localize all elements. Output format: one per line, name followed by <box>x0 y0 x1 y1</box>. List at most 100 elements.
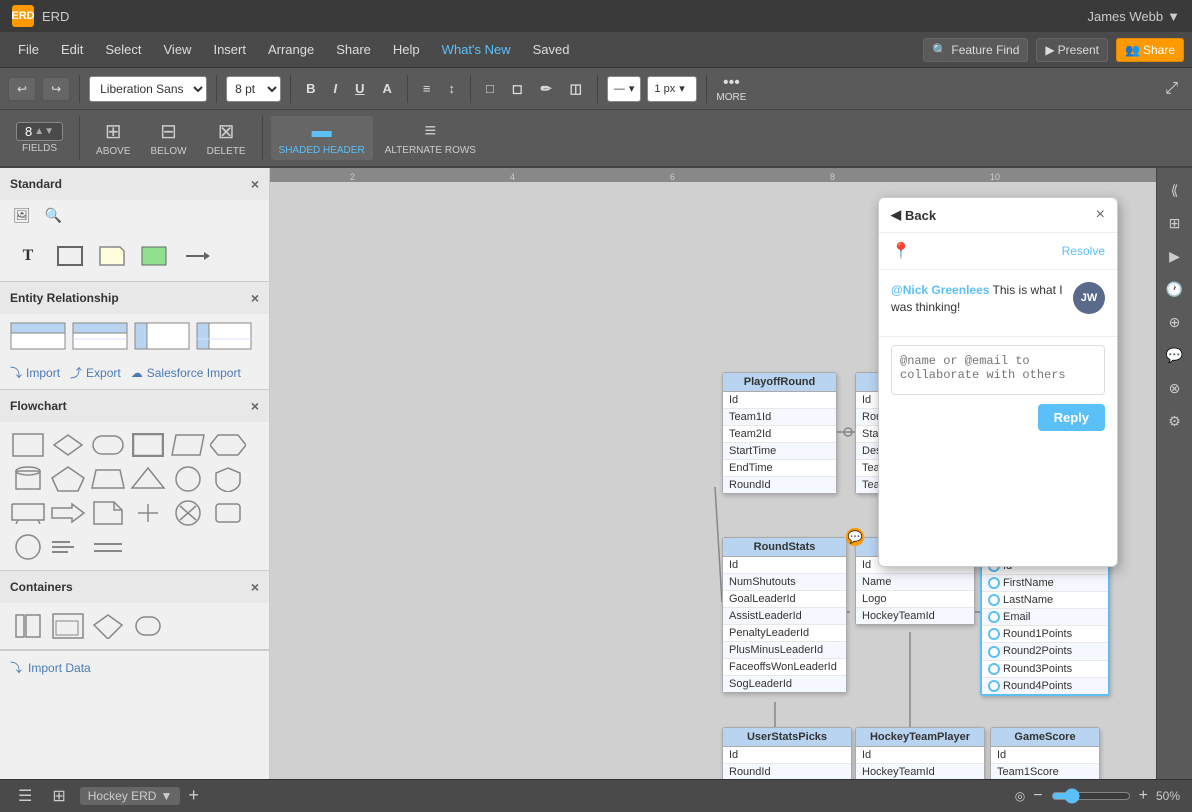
er-shape-3[interactable] <box>134 322 190 350</box>
expand-button[interactable]: ⤢ <box>1159 76 1184 102</box>
menu-share[interactable]: Share <box>326 38 381 61</box>
add-diagram-button[interactable]: + <box>188 785 199 806</box>
hockey-team-player-table[interactable]: HockeyTeamPlayer Id HockeyTeamId FirstNa… <box>855 727 985 779</box>
menu-select[interactable]: Select <box>95 38 151 61</box>
fc-triangle[interactable] <box>130 464 166 494</box>
import-button[interactable]: ⤵ Import <box>10 364 60 381</box>
menu-file[interactable]: File <box>8 38 49 61</box>
fc-thick-rect[interactable] <box>130 430 166 460</box>
er-close[interactable]: × <box>251 290 259 306</box>
menu-view[interactable]: View <box>154 38 202 61</box>
target-icon[interactable]: ◎ <box>1015 789 1025 803</box>
canvas-area[interactable]: 2 4 6 8 10 <box>270 168 1156 779</box>
fc-x-circle[interactable] <box>170 498 206 528</box>
container-2[interactable] <box>50 611 86 641</box>
fc-pentagon[interactable] <box>50 464 86 494</box>
fc-rect-rounded-sm[interactable] <box>210 498 246 528</box>
fc-diamond[interactable] <box>50 430 86 460</box>
canvas-content[interactable]: PlayoffRound Id Team1Id Team2Id StartTim… <box>270 182 1156 779</box>
user-stats-picks-table[interactable]: UserStatsPicks Id RoundId GoalLeaderId A… <box>722 727 852 779</box>
er-section-header[interactable]: Entity Relationship × <box>0 282 269 314</box>
fc-circle[interactable] <box>170 464 206 494</box>
comment-input[interactable] <box>891 345 1105 395</box>
fc-rect[interactable] <box>10 430 46 460</box>
zoom-out-button[interactable]: − <box>1033 787 1042 805</box>
fc-lines[interactable] <box>50 532 86 562</box>
list-view-button[interactable]: ☰ <box>12 780 38 812</box>
above-tool[interactable]: ⊞ ABOVE <box>88 115 138 161</box>
fields-tool[interactable]: 8 ▲▼ FIELDS <box>8 118 71 158</box>
right-layout-icon[interactable]: ⊞ <box>1163 209 1187 238</box>
fc-rounded[interactable] <box>90 430 126 460</box>
round-stats-table[interactable]: RoundStats Id NumShutouts GoalLeaderId A… <box>722 537 847 693</box>
font-family-select[interactable]: Liberation Sans <box>89 76 207 102</box>
fc-note[interactable] <box>90 498 126 528</box>
right-clock-icon[interactable]: 🕐 <box>1160 275 1189 304</box>
shaded-header-tool[interactable]: ▬ SHADED HEADER <box>271 116 373 160</box>
export-button[interactable]: ⤴ Export <box>70 364 121 381</box>
grid-view-button[interactable]: ⊞ <box>46 780 71 812</box>
fill-color-button[interactable]: ◻ <box>506 77 529 101</box>
line-width-selector[interactable]: 1 px ▾ <box>647 76 697 102</box>
menu-insert[interactable]: Insert <box>203 38 256 61</box>
fc-hexagon[interactable] <box>210 430 246 460</box>
stroke-button[interactable]: ✏ <box>535 77 558 101</box>
flowchart-section-header[interactable]: Flowchart × <box>0 390 269 422</box>
underline-button[interactable]: U <box>349 77 370 100</box>
er-shape-4[interactable] <box>196 322 252 350</box>
fill-button[interactable]: □ <box>480 77 500 100</box>
right-presenter-icon[interactable]: ▶ <box>1163 242 1186 271</box>
fc-parallelogram[interactable] <box>170 430 206 460</box>
text-shape[interactable]: T <box>10 241 46 271</box>
back-button[interactable]: ◀ Back <box>891 207 936 223</box>
arrow-shape[interactable] <box>178 241 214 271</box>
bold-button[interactable]: B <box>300 77 321 100</box>
italic-button[interactable]: I <box>328 77 344 100</box>
reply-button[interactable]: Reply <box>1038 404 1105 431</box>
fc-circle-outline[interactable] <box>10 532 46 562</box>
shadow-button[interactable]: ◫ <box>564 77 588 101</box>
active-diagram-tab[interactable]: Hockey ERD ▼ <box>80 787 181 805</box>
note-shape[interactable] <box>94 241 130 271</box>
menu-help[interactable]: Help <box>383 38 430 61</box>
fc-trapezoid[interactable] <box>90 464 126 494</box>
playoff-round-table[interactable]: PlayoffRound Id Team1Id Team2Id StartTim… <box>722 372 837 494</box>
container-3[interactable] <box>90 611 126 641</box>
redo-button[interactable]: ↪ <box>42 77 70 101</box>
er-shape-2[interactable] <box>72 322 128 350</box>
game-score-table[interactable]: GameScore Id Team1Score Team2Score <box>990 727 1100 779</box>
standard-section-header[interactable]: Standard × <box>0 168 269 200</box>
comment-close-button[interactable]: × <box>1096 206 1105 224</box>
rect-shape[interactable] <box>52 241 88 271</box>
share-button[interactable]: 👥 Share <box>1116 38 1184 62</box>
containers-section-header[interactable]: Containers × <box>0 571 269 603</box>
fc-banner[interactable] <box>10 498 46 528</box>
fc-shield[interactable] <box>210 464 246 494</box>
font-size-select[interactable]: 8 pt <box>226 76 281 102</box>
menu-edit[interactable]: Edit <box>51 38 93 61</box>
container-4[interactable] <box>130 611 166 641</box>
right-tools-icon[interactable]: ⚙ <box>1162 407 1187 436</box>
import-data-row[interactable]: ⤵ Import Data <box>0 650 269 684</box>
right-shapes-icon[interactable]: ⊗ <box>1163 374 1187 403</box>
undo-button[interactable]: ↩ <box>8 77 36 101</box>
present-button[interactable]: ▶ Present <box>1036 38 1108 62</box>
fc-cylinder[interactable] <box>10 464 46 494</box>
fc-cross[interactable] <box>130 498 166 528</box>
zoom-in-button[interactable]: + <box>1139 787 1148 805</box>
menu-whats-new[interactable]: What's New <box>432 38 521 61</box>
align-button[interactable]: ≡ <box>417 77 437 100</box>
containers-close[interactable]: × <box>251 579 259 595</box>
resolve-button[interactable]: Resolve <box>1062 244 1105 258</box>
standard-close[interactable]: × <box>251 176 259 192</box>
image-button[interactable]: 🖼 <box>10 204 34 227</box>
alternate-rows-tool[interactable]: ≡ ALTERNATE ROWS <box>377 116 484 160</box>
color-rect-shape[interactable] <box>136 241 172 271</box>
font-color-button[interactable]: A <box>377 77 398 100</box>
flowchart-close[interactable]: × <box>251 398 259 414</box>
right-layers-icon[interactable]: ⊕ <box>1163 308 1187 337</box>
more-button[interactable]: ••• MORE <box>716 74 746 103</box>
fc-arrow-right[interactable] <box>50 498 86 528</box>
below-tool[interactable]: ⊟ BELOW <box>143 115 195 161</box>
delete-tool[interactable]: ⊠ DELETE <box>199 115 254 161</box>
